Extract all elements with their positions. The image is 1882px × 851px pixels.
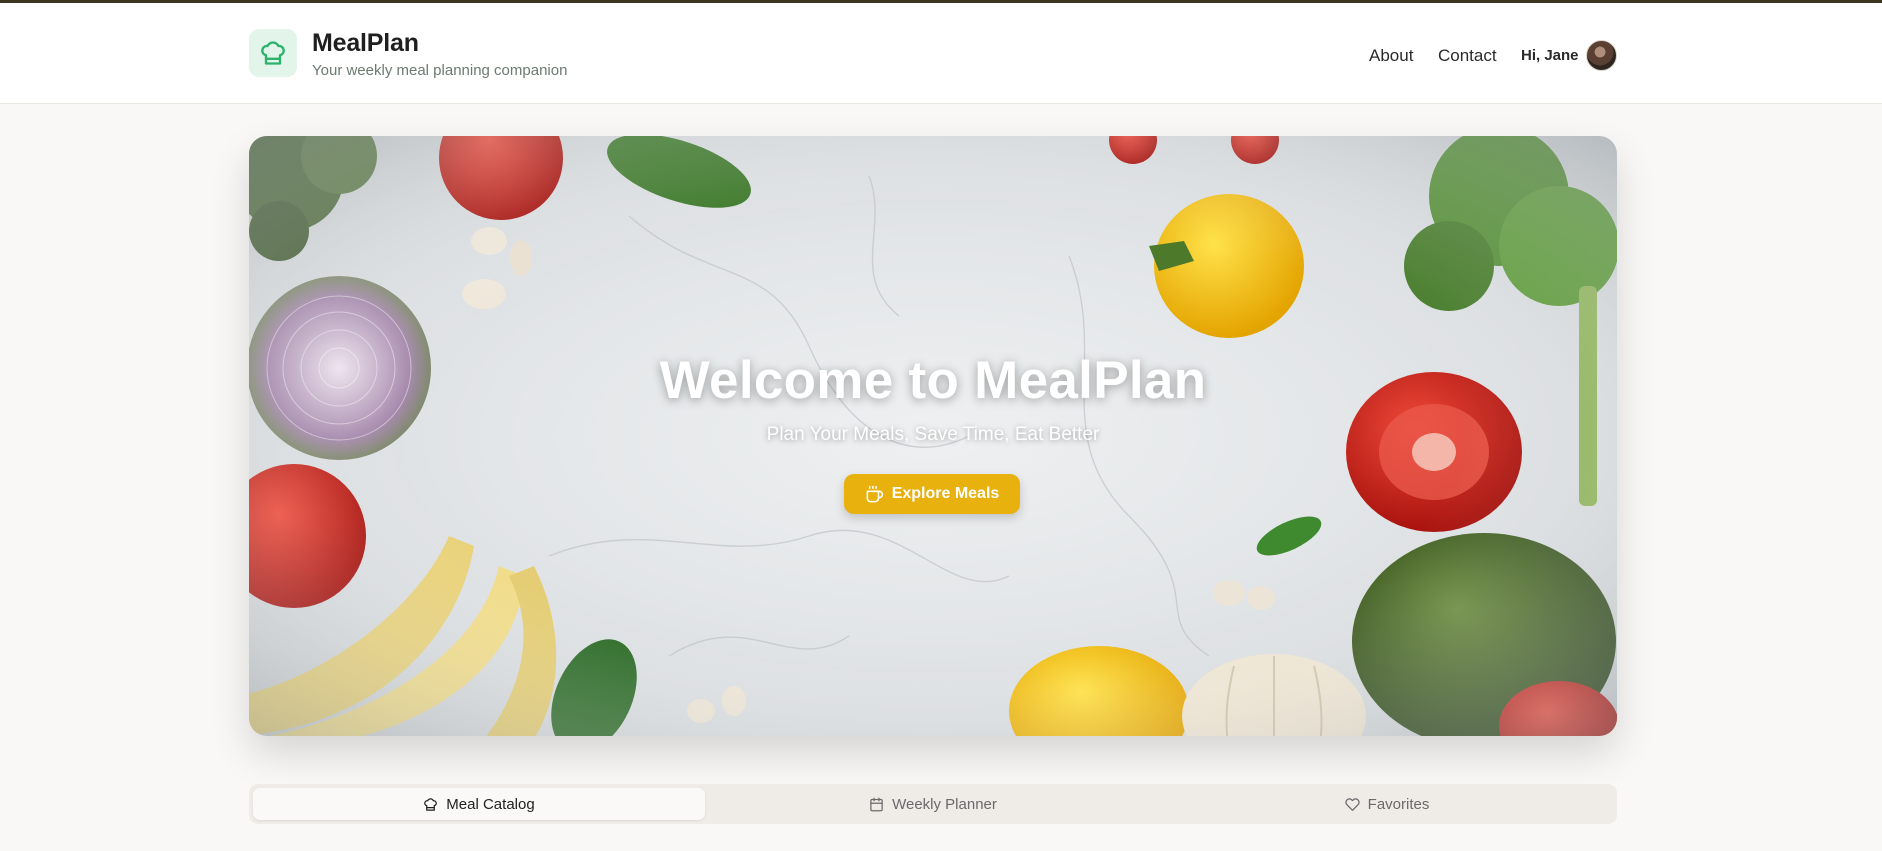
avatar[interactable] — [1586, 40, 1617, 71]
tab-label: Weekly Planner — [892, 795, 997, 813]
tab-meal-catalog[interactable]: Meal Catalog — [253, 788, 705, 820]
tab-favorites[interactable]: Favorites — [1161, 788, 1613, 820]
brand-title: MealPlan — [312, 29, 419, 57]
nav-contact-link[interactable]: Contact — [1438, 46, 1497, 66]
chef-hat-icon — [261, 41, 285, 65]
nav-about-link[interactable]: About — [1369, 46, 1413, 66]
coffee-cup-icon — [866, 485, 883, 502]
brand-subtitle: Your weekly meal planning companion — [312, 62, 568, 79]
explore-meals-button[interactable]: Explore Meals — [844, 474, 1020, 514]
tab-label: Meal Catalog — [446, 795, 535, 813]
chef-hat-icon — [424, 797, 438, 811]
calendar-icon — [870, 797, 883, 811]
hero-banner: Welcome to MealPlan Plan Your Meals, Sav… — [249, 136, 1617, 736]
logo[interactable] — [249, 29, 297, 77]
main-tabs: Meal Catalog Weekly Planner Favorites — [249, 784, 1617, 824]
explore-meals-label: Explore Meals — [891, 485, 1000, 502]
user-greeting: Hi, Jane — [1521, 47, 1579, 64]
tab-weekly-planner[interactable]: Weekly Planner — [707, 788, 1159, 820]
heart-icon — [1345, 797, 1360, 811]
tab-label: Favorites — [1367, 795, 1430, 813]
hero-title: Welcome to MealPlan — [659, 351, 1207, 410]
site-header: MealPlan Your weekly meal planning compa… — [0, 3, 1882, 104]
hero-subtitle: Plan Your Meals, Save Time, Eat Better — [766, 424, 1100, 445]
